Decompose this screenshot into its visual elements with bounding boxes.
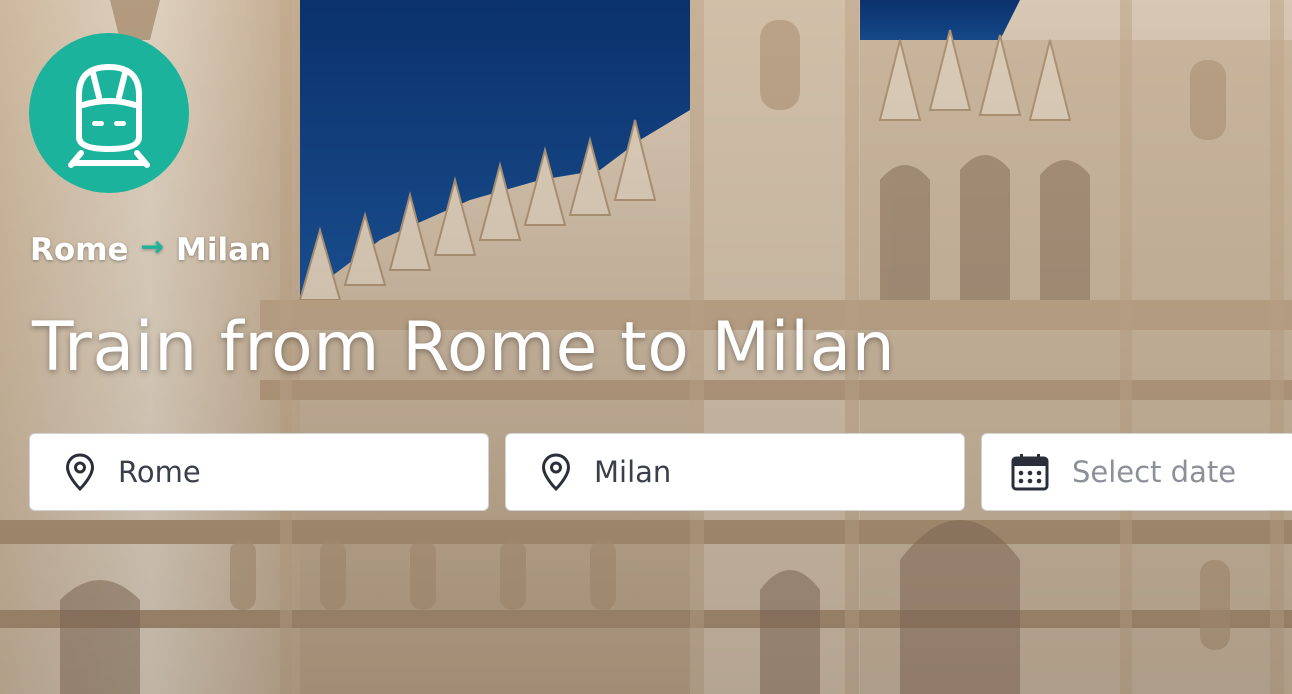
page-title: Train from Rome to Milan (32, 308, 896, 387)
destination-value[interactable]: Milan (594, 455, 671, 489)
train-logo (29, 33, 189, 193)
origin-field[interactable]: Rome (29, 433, 489, 511)
train-icon (68, 64, 150, 168)
date-field[interactable]: Select date (981, 433, 1292, 511)
calendar-icon (1010, 452, 1050, 492)
destination-field[interactable]: Milan (505, 433, 965, 511)
date-placeholder[interactable]: Select date (1072, 455, 1236, 489)
breadcrumb: Rome → Milan (30, 229, 271, 269)
hero-section: Rome → Milan Train from Rome to Milan Ro… (0, 0, 1292, 694)
breadcrumb-origin[interactable]: Rome (30, 232, 129, 268)
breadcrumb-destination[interactable]: Milan (176, 232, 271, 268)
map-pin-icon (60, 452, 100, 492)
arrow-right-icon: → (140, 229, 164, 263)
origin-value[interactable]: Rome (118, 455, 201, 489)
map-pin-icon (536, 452, 576, 492)
